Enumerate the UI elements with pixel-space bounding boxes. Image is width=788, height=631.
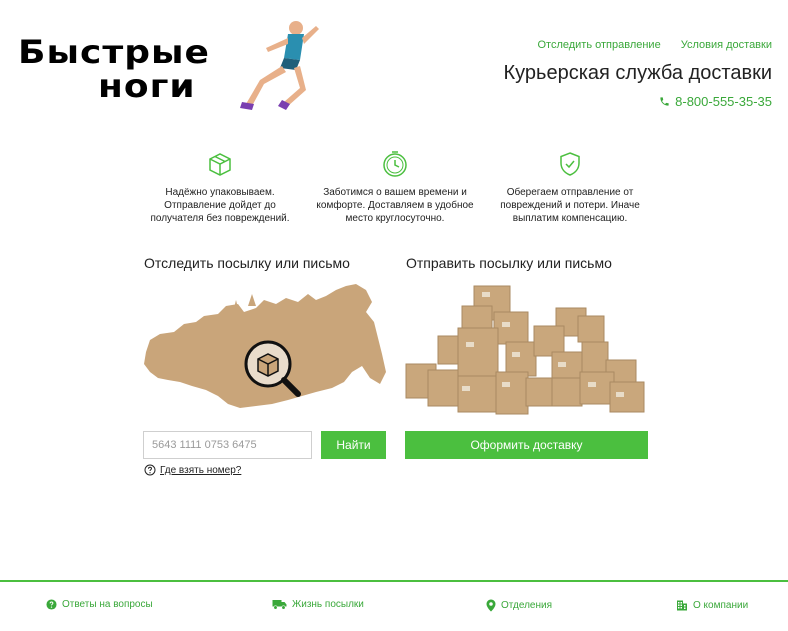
delivery-terms-link[interactable]: Условия доставки bbox=[681, 39, 772, 51]
footer-offices-label: Отделения bbox=[501, 600, 553, 611]
question-circle-icon bbox=[144, 464, 156, 476]
track-shipment-link[interactable]: Отследить отправление bbox=[537, 39, 660, 51]
phone-number: 8-800-555-35-35 bbox=[675, 94, 772, 109]
footer-faq-label: Ответы на вопросы bbox=[62, 599, 153, 610]
where-number-label: Где взять номер? bbox=[160, 464, 242, 476]
tracking-number-input[interactable] bbox=[143, 431, 312, 459]
footer-offices-link[interactable]: Отделения bbox=[486, 599, 552, 612]
feature-text: Оберегаем отправление от повреждений и п… bbox=[500, 187, 640, 224]
feature-packaging: Надёжно упаковываем. Отправление дойдет … bbox=[140, 150, 300, 225]
track-title: Отследить посылку или письмо bbox=[144, 255, 350, 271]
send-title: Отправить посылку или письмо bbox=[406, 255, 612, 271]
footer-about-label: О компании bbox=[693, 599, 749, 611]
location-pin-icon bbox=[486, 599, 496, 612]
feature-text: Надёжно упаковываем. Отправление дойдет … bbox=[150, 187, 290, 224]
cardboard-boxes-image bbox=[405, 285, 645, 415]
feature-text: Заботимся о вашем времени и комфорте. До… bbox=[316, 187, 474, 224]
feature-time: Заботимся о вашем времени и комфорте. До… bbox=[315, 150, 475, 225]
footer-parcel-life-link[interactable]: Жизнь посылки bbox=[272, 599, 364, 610]
phone-link[interactable]: 8-800-555-35-35 bbox=[659, 94, 772, 109]
runner-logo-icon bbox=[240, 21, 319, 110]
tagline: Курьерская служба доставки bbox=[503, 62, 773, 84]
shield-check-icon bbox=[560, 152, 580, 176]
logo-text-line2: ноги bbox=[98, 68, 196, 105]
footer-about-link[interactable]: О компании bbox=[676, 599, 748, 611]
logo[interactable]: Быстрые ноги bbox=[14, 14, 319, 114]
feature-protection: Оберегаем отправление от повреждений и п… bbox=[490, 150, 650, 225]
features: Надёжно упаковываем. Отправление дойдет … bbox=[140, 150, 650, 225]
top-nav: Отследить отправление Условия доставки bbox=[537, 39, 772, 51]
clock-icon bbox=[383, 151, 407, 177]
phone-icon bbox=[660, 97, 669, 106]
question-icon bbox=[46, 599, 57, 610]
footer-parcel-life-label: Жизнь посылки bbox=[292, 599, 364, 610]
arrange-delivery-button[interactable]: Оформить доставку bbox=[405, 431, 648, 459]
map-package-icon bbox=[257, 353, 279, 377]
logo-text-line1: Быстрые bbox=[18, 34, 210, 71]
russia-map-image bbox=[144, 284, 386, 408]
footer-faq-link[interactable]: Ответы на вопросы bbox=[46, 599, 153, 610]
where-number-link[interactable]: Где взять номер? bbox=[144, 464, 241, 476]
find-button[interactable]: Найти bbox=[321, 431, 386, 459]
building-icon bbox=[677, 600, 687, 611]
package-icon bbox=[209, 153, 231, 176]
truck-icon bbox=[272, 600, 287, 610]
footer-divider bbox=[0, 580, 788, 582]
